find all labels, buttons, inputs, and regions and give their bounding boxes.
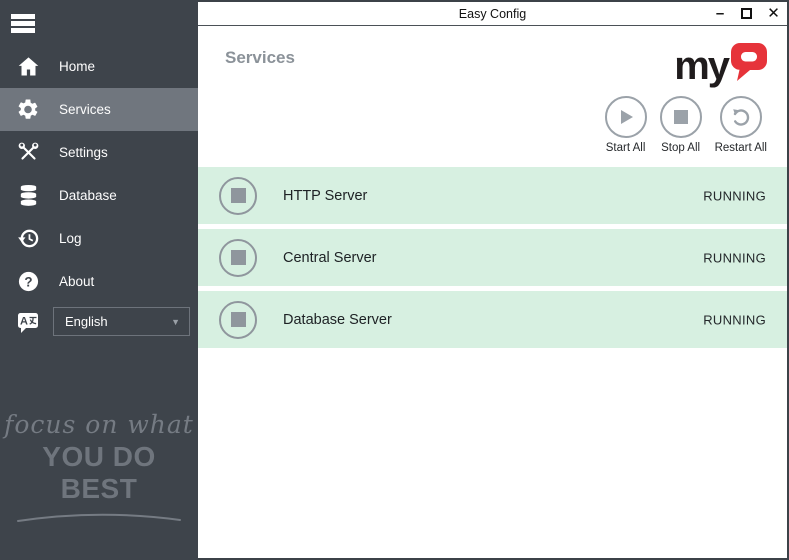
chevron-down-icon: ▼	[171, 317, 180, 327]
sidebar-item-label: Services	[59, 102, 111, 117]
watermark-line2: YOU DO BEST	[0, 441, 198, 505]
history-icon	[16, 227, 40, 251]
sidebar-nav: Home Services	[0, 45, 198, 303]
sidebar-item-settings[interactable]: Settings	[0, 131, 198, 174]
sidebar-item-label: Home	[59, 59, 95, 74]
watermark-curve	[15, 509, 183, 523]
maximize-icon	[741, 8, 752, 19]
stop-service-button[interactable]	[219, 177, 257, 215]
play-icon	[605, 96, 647, 138]
start-all-button[interactable]: Start All	[605, 96, 647, 154]
svg-text:A: A	[20, 315, 28, 327]
window-controls: – ✕	[713, 2, 781, 25]
watermark-line1: focus on what	[0, 410, 198, 439]
sidebar: Home Services	[0, 0, 198, 560]
sidebar-item-label: Log	[59, 231, 82, 246]
hamburger-bar	[11, 21, 35, 26]
service-row-database: Database Server RUNNING	[198, 291, 787, 348]
service-actions: Start All Stop All Restart All	[605, 96, 767, 154]
main-panel: Easy Config – ✕ Services my Start All	[198, 0, 789, 560]
hamburger-bar	[11, 14, 35, 19]
language-row: A English ▼	[0, 300, 198, 343]
myq-logo: my	[674, 42, 768, 82]
hamburger-bar	[11, 28, 35, 33]
restart-icon	[720, 96, 762, 138]
database-icon	[16, 184, 40, 208]
stop-service-button[interactable]	[219, 239, 257, 277]
sidebar-item-services[interactable]: Services	[0, 88, 198, 131]
service-list: HTTP Server RUNNING Central Server RUNNI…	[198, 167, 787, 353]
page-title: Services	[225, 48, 295, 68]
titlebar: Easy Config – ✕	[198, 2, 787, 26]
action-label: Stop All	[661, 142, 700, 154]
maximize-button[interactable]	[741, 8, 752, 19]
window-title: Easy Config	[459, 7, 526, 21]
sidebar-item-home[interactable]: Home	[0, 45, 198, 88]
stop-icon	[231, 188, 246, 203]
language-dropdown[interactable]: English ▼	[53, 307, 190, 336]
gear-icon	[16, 98, 40, 122]
sidebar-item-label: Settings	[59, 145, 108, 160]
service-status: RUNNING	[703, 188, 766, 203]
stop-all-button[interactable]: Stop All	[660, 96, 702, 154]
service-row-http: HTTP Server RUNNING	[198, 167, 787, 224]
service-name: Database Server	[283, 312, 392, 328]
minimize-button[interactable]: –	[713, 6, 727, 21]
action-label: Restart All	[715, 142, 767, 154]
service-name: Central Server	[283, 250, 376, 266]
home-icon	[16, 55, 40, 79]
tools-icon	[16, 141, 40, 165]
brand-watermark: focus on what YOU DO BEST	[0, 410, 198, 528]
svg-text:?: ?	[24, 274, 32, 289]
language-value: English	[65, 314, 108, 329]
stop-icon	[231, 312, 246, 327]
service-status: RUNNING	[703, 312, 766, 327]
stop-service-button[interactable]	[219, 301, 257, 339]
hamburger-menu-icon[interactable]	[6, 13, 40, 39]
logo-q-icon	[730, 42, 768, 82]
close-button[interactable]: ✕	[766, 6, 781, 21]
easy-config-window: Home Services	[0, 0, 789, 560]
action-label: Start All	[606, 142, 646, 154]
question-icon: ?	[16, 270, 40, 294]
sidebar-item-about[interactable]: ? About	[0, 260, 198, 303]
service-name: HTTP Server	[283, 188, 367, 204]
translate-icon: A	[16, 310, 40, 334]
stop-icon	[231, 250, 246, 265]
sidebar-item-log[interactable]: Log	[0, 217, 198, 260]
service-row-central: Central Server RUNNING	[198, 229, 787, 286]
restart-all-button[interactable]: Restart All	[715, 96, 767, 154]
sidebar-item-label: Database	[59, 188, 117, 203]
sidebar-item-label: About	[59, 274, 94, 289]
logo-text-my: my	[674, 51, 728, 82]
service-status: RUNNING	[703, 250, 766, 265]
sidebar-item-database[interactable]: Database	[0, 174, 198, 217]
stop-icon	[660, 96, 702, 138]
